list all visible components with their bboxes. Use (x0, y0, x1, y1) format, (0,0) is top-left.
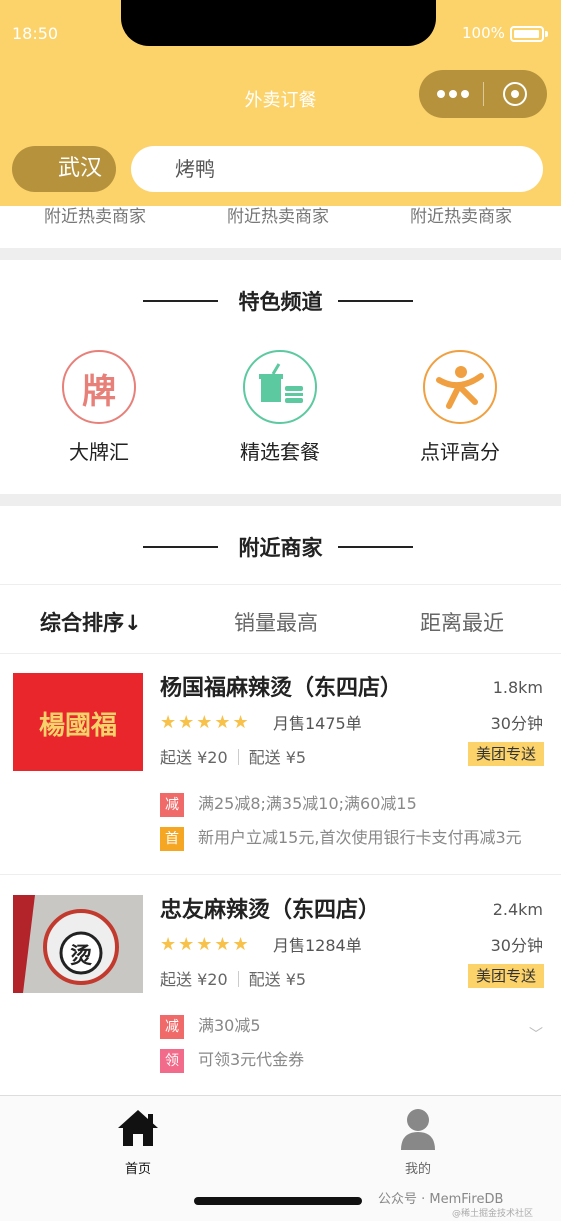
title-line-right (338, 546, 413, 548)
brand-icon: 牌 (62, 350, 136, 424)
shop-name: 忠友麻辣烫（东四店） (160, 898, 381, 923)
fee-info: 起送 ¥20 配送 ¥5 (160, 966, 306, 990)
tab-label: 我的 (404, 1162, 431, 1177)
promo-text: 新用户立减15元,首次使用银行卡支付再减3元 (198, 828, 522, 847)
channel-label: 大牌汇 (69, 440, 129, 464)
hot-seller-label[interactable]: 附近热卖商家 (203, 206, 353, 227)
nearby-title-text: 附近商家 (238, 536, 323, 560)
channel-high-score[interactable]: 点评高分 (395, 350, 525, 480)
miniprogram-capsule (419, 70, 547, 118)
delivery-time: 30分钟 (490, 936, 543, 955)
channel-label: 精选套餐 (240, 440, 320, 464)
status-time: 18:50 (12, 24, 59, 43)
shop-sales: 月售1284单 (273, 936, 362, 955)
notch (121, 0, 436, 46)
shop-logo: 烫 (13, 895, 143, 993)
chevron-down-icon[interactable]: ﹀ (529, 1024, 543, 1044)
title-line-left (143, 546, 218, 548)
promo-tag: 减 (160, 1015, 184, 1039)
shop-card[interactable]: 烫 忠友麻辣烫（东四店） 2.4km ★★★★★ 月售1284单 30分钟 起送… (0, 876, 561, 1096)
row-divider (0, 874, 561, 875)
watermark: 公众号 · MemFireDB (378, 1192, 504, 1207)
user-icon (401, 1109, 435, 1150)
channel-brand[interactable]: 牌 大牌汇 (34, 350, 164, 480)
min-order: 起送 ¥20 (160, 748, 228, 767)
nearby-title: 附近商家 (0, 532, 561, 562)
promo-tag: 首 (160, 827, 184, 851)
header-bar: 18:50 100% 外卖订餐 武汉 烤鸭 (0, 0, 561, 206)
delivery-fee: 配送 ¥5 (248, 748, 307, 767)
sort-bar: 综合排序↓ 销量最高 距离最近 (0, 584, 561, 654)
rating-stars: ★★★★★ (160, 934, 251, 955)
fee-info: 起送 ¥20 配送 ¥5 (160, 744, 306, 768)
sort-default[interactable]: 综合排序↓ (40, 607, 142, 637)
shop-logo-text: 楊國福 (38, 711, 117, 741)
shop-distance: 1.8km (492, 678, 543, 697)
shop-name: 杨国福麻辣烫（东四店） (160, 676, 403, 701)
promo-row: 领可领3元代金券 (160, 1048, 305, 1073)
phone-screen: 18:50 100% 外卖订餐 武汉 烤鸭 附近热卖商家 附近热卖商家 附近热卖… (0, 0, 561, 1221)
section-divider (0, 494, 561, 506)
tab-label: 首页 (124, 1162, 151, 1177)
capsule-divider (483, 82, 484, 106)
min-order: 起送 ¥20 (160, 970, 228, 989)
title-line-left (143, 300, 218, 302)
hot-seller-label[interactable]: 附近热卖商家 (386, 206, 536, 227)
promo-text: 可领3元代金券 (198, 1050, 305, 1069)
more-icon[interactable] (437, 82, 497, 106)
tab-profile[interactable]: 我的 (378, 1104, 458, 1177)
promo-text: 满25减8;满35减10;满60减15 (198, 794, 417, 813)
shop-logo: 楊國福 (13, 673, 143, 771)
promo-row: 减满30减5 (160, 1014, 261, 1039)
watermark-sub: @稀土掘金技术社区 (452, 1209, 534, 1219)
section-divider (0, 248, 561, 260)
city-selector[interactable]: 武汉 (12, 146, 116, 192)
channels-title: 特色频道 (0, 286, 561, 316)
brand-glyph: 牌 (82, 372, 116, 412)
home-indicator (194, 1197, 362, 1205)
promo-tag: 领 (160, 1049, 184, 1073)
search-input[interactable]: 烤鸭 (131, 146, 543, 192)
battery-tip (545, 31, 548, 37)
channel-label: 点评高分 (420, 440, 500, 464)
delivery-time: 30分钟 (490, 714, 543, 733)
battery-percent: 100% (462, 24, 505, 42)
delivery-fee: 配送 ¥5 (248, 970, 307, 989)
rating-stars: ★★★★★ (160, 712, 251, 733)
sort-distance[interactable]: 距离最近 (420, 607, 504, 637)
shop-logo-text: 烫 (69, 944, 92, 969)
delivery-badge: 美团专送 (467, 964, 544, 988)
battery-icon (510, 26, 544, 42)
home-icon (118, 1110, 158, 1146)
hot-sellers-strip: 附近热卖商家 附近热卖商家 附近热卖商家 (0, 206, 561, 248)
channels-title-text: 特色频道 (238, 290, 323, 314)
high-score-icon (423, 350, 497, 424)
close-miniprogram-icon[interactable] (503, 82, 527, 106)
promo-row: 减满25减8;满35减10;满60减15 (160, 792, 417, 817)
shop-card[interactable]: 楊國福 杨国福麻辣烫（东四店） 1.8km ★★★★★ 月售1475单 30分钟… (0, 654, 561, 874)
hot-seller-label[interactable]: 附近热卖商家 (20, 206, 170, 227)
meal-set-icon (243, 350, 317, 424)
tab-home[interactable]: 首页 (98, 1104, 178, 1177)
channel-meal-set[interactable]: 精选套餐 (215, 350, 345, 480)
promo-tag: 减 (160, 793, 184, 817)
title-line-right (338, 300, 413, 302)
shop-distance: 2.4km (492, 900, 543, 919)
shop-sales: 月售1475单 (273, 714, 362, 733)
promo-text: 满30减5 (198, 1016, 261, 1035)
sort-sales[interactable]: 销量最高 (234, 607, 318, 637)
promo-row: 首新用户立减15元,首次使用银行卡支付再减3元 (160, 826, 522, 851)
delivery-badge: 美团专送 (467, 742, 544, 766)
